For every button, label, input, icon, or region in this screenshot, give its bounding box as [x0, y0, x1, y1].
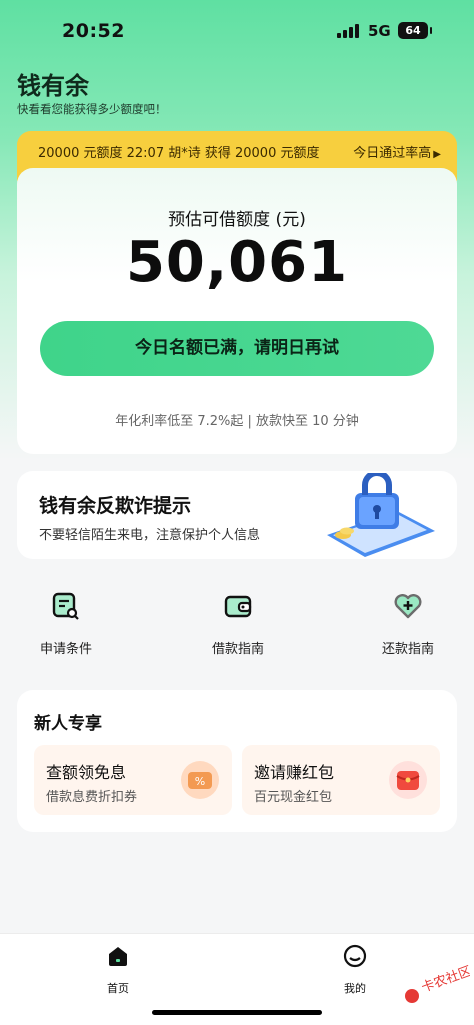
watermark-logo: 卡农社区 — [405, 963, 470, 1003]
rate-info: 年化利率低至 7.2%起 | 放款快至 10 分钟 — [115, 414, 359, 429]
tab-label: 我的 — [344, 982, 366, 995]
pass-rate-link[interactable]: 今日通过率高 ▶ — [353, 142, 441, 161]
tab-profile[interactable]: 我的 — [315, 944, 395, 996]
battery-icon: 64 — [398, 22, 432, 39]
anti-fraud-card[interactable]: 钱有余反欺诈提示 不要轻信陌生来电，注意保护个人信息 — [17, 471, 457, 559]
network-label: 5G — [368, 22, 391, 40]
quick-repay-guide[interactable]: 还款指南 — [348, 590, 468, 657]
svg-text:%: % — [195, 775, 205, 788]
discount-coupon-icon: % — [181, 761, 219, 799]
heart-plus-icon — [394, 594, 422, 619]
document-search-icon — [52, 592, 79, 620]
amount-label: 预估可借额度 (元) — [168, 210, 306, 230]
red-envelope-icon — [389, 761, 427, 799]
promo-item-interest-free[interactable]: 查额领免息 借款息费折扣券 % — [34, 745, 232, 815]
promo-item-title: 邀请赚红包 — [254, 763, 335, 782]
tab-label: 首页 — [107, 982, 129, 995]
signal-icon — [337, 24, 361, 38]
promo-item-subtitle: 百元现金红包 — [254, 790, 333, 805]
battery-level: 64 — [405, 24, 421, 37]
pass-rate-label: 今日通过率高 — [353, 146, 432, 161]
app-subtitle: 快看看您能获得多少额度吧！ — [17, 102, 167, 116]
status-bar: 20:52 5G 64 — [0, 0, 474, 60]
padlock-phone-icon — [327, 473, 435, 557]
fraud-subtitle: 不要轻信陌生来电，注意保护个人信息 — [39, 528, 261, 543]
status-time: 20:52 — [62, 20, 125, 42]
quick-label: 借款指南 — [211, 642, 264, 657]
promo-item-subtitle: 借款息费折扣券 — [46, 790, 138, 805]
tab-home[interactable]: 首页 — [78, 944, 158, 996]
promo-item-title: 查额领免息 — [46, 763, 127, 782]
quick-borrow-guide[interactable]: 借款指南 — [178, 590, 298, 657]
app-title: 钱有余 — [17, 72, 89, 100]
promo-title-text: 新人专享 — [34, 714, 102, 734]
quick-label: 申请条件 — [39, 642, 92, 657]
credit-amount: 50,061 — [125, 230, 349, 295]
wallet-icon — [224, 595, 252, 618]
quick-apply-conditions[interactable]: 申请条件 — [6, 590, 126, 657]
quick-label: 还款指南 — [381, 642, 434, 657]
promo-title: 新人专享 — [34, 709, 102, 734]
fraud-title: 钱有余反欺诈提示 — [39, 495, 192, 517]
watermark-text: 卡农社区 — [419, 963, 470, 996]
triangle-right-icon: ▶ — [433, 149, 441, 160]
ticker-text: 20000 元额度 22:07 胡*诗 获得 20000 元额度 — [38, 146, 320, 161]
new-user-promo: 新人专享 查额领免息 借款息费折扣券 % 邀请赚红包 百元现金红包 — [17, 690, 457, 832]
home-icon — [109, 947, 127, 966]
profile-icon — [343, 944, 367, 968]
home-indicator — [152, 1010, 322, 1015]
apply-button[interactable]: 今日名额已满，请明日再试 — [40, 321, 434, 376]
promo-item-invite[interactable]: 邀请赚红包 百元现金红包 — [242, 745, 440, 815]
loan-card: 预估可借额度 (元) 50,061 今日名额已满，请明日再试 年化利率低至 7.… — [17, 168, 457, 454]
